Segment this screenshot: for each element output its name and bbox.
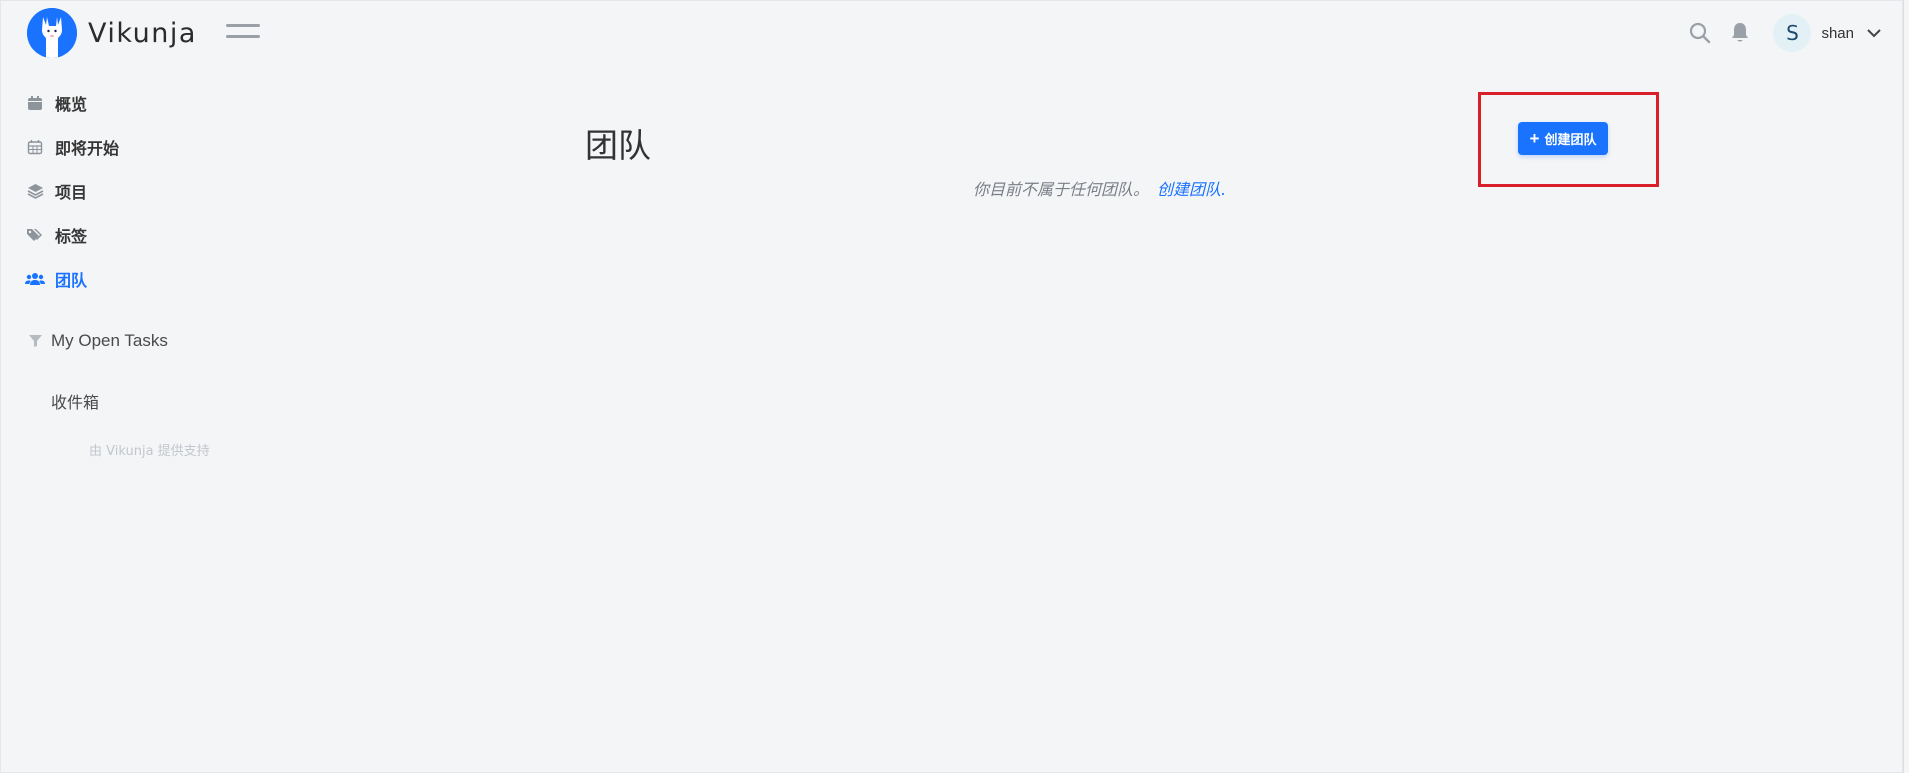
navbar-right: S shan [1687,13,1882,53]
app-frame: Vikunja S shan 概览 即将开始 项目 标签 团队 My Open … [0,0,1903,773]
notifications-button[interactable] [1727,20,1753,46]
sidebar-filter-my-open-tasks[interactable]: My Open Tasks [29,327,168,355]
filter-icon [29,334,43,348]
sidebar-item-labels[interactable]: 标签 [25,221,87,249]
page-title: 团队 [585,126,651,165]
highlight-annotation-box [1478,92,1659,187]
empty-state-text: 你目前不属于任何团队。 [973,180,1150,199]
powered-by-text: 由 Vikunja 提供支持 [89,444,210,459]
sidebar-item-projects[interactable]: 项目 [25,177,87,205]
search-icon [1690,22,1711,44]
sidebar-item-teams[interactable]: 团队 [25,265,87,293]
logo-text: Vikunja [88,17,197,49]
sidebar-item-upcoming[interactable]: 即将开始 [25,133,119,161]
sidebar-item-label: 项目 [55,183,88,202]
search-button[interactable] [1687,20,1713,46]
vikunja-logo-icon [27,8,77,58]
menu-toggle-button[interactable] [226,24,260,44]
hamburger-icon [226,24,260,27]
sidebar-item-label: 即将开始 [55,139,120,158]
sidebar-item-label: 标签 [55,227,88,246]
username[interactable]: shan [1821,25,1854,42]
create-team-link[interactable]: 创建团队. [1157,180,1226,199]
scrollbar[interactable] [1903,0,1909,773]
logo[interactable]: Vikunja [27,7,197,59]
top-navbar: Vikunja S shan [1,1,1904,65]
chevron-down-icon[interactable] [1866,25,1882,41]
sidebar-item-overview[interactable]: 概览 [25,89,87,117]
avatar[interactable]: S [1773,14,1812,52]
filter-label: My Open Tasks [51,331,168,350]
sidebar-item-label: 概览 [55,95,88,114]
layers-icon [25,181,45,201]
sidebar-item-label: 团队 [55,271,88,290]
calendar-grid-icon [25,137,45,157]
calendar-icon [25,93,45,113]
empty-state-message: 你目前不属于任何团队。 创建团队. [973,176,1226,200]
bell-icon [1732,23,1749,42]
tags-icon [25,225,45,245]
users-icon [25,269,45,289]
sidebar-project-inbox[interactable]: 收件箱 [51,389,99,413]
